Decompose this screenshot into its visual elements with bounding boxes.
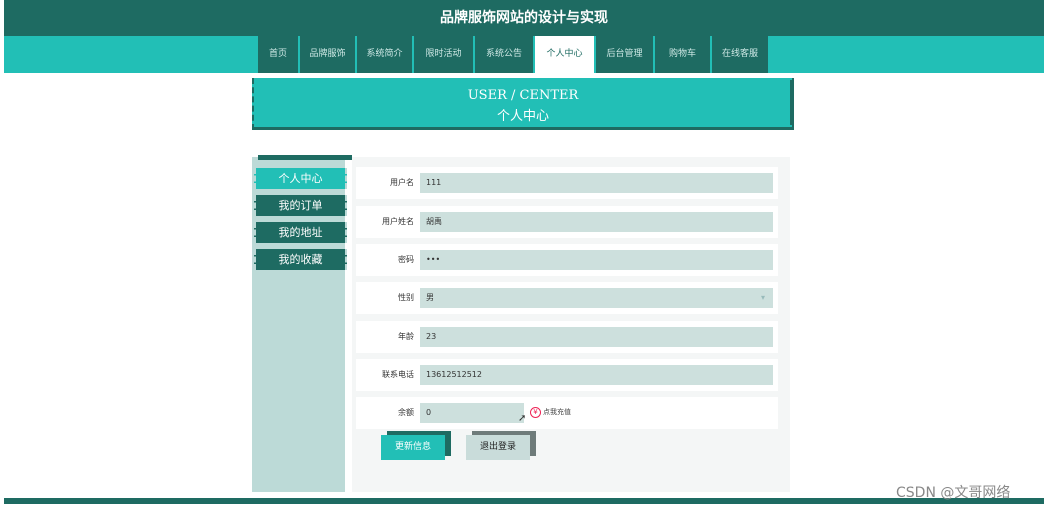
gender-select[interactable]: 男 ▾ [420,288,773,308]
banner-title-en: USER / CENTER [467,88,579,103]
sidebar-item-user-center[interactable]: 个人中心 [254,168,347,189]
logout-button[interactable]: 退出登录 [466,435,530,460]
form-row-realname: 用户姓名 胡禹 [356,206,778,238]
password-label: 密码 [398,255,414,264]
nav-item-announcements[interactable]: 系统公告 [475,36,533,73]
balance-field[interactable]: 0 [420,403,524,423]
update-info-button[interactable]: 更新信息 [381,435,445,460]
age-field[interactable]: 23 [420,327,773,347]
page-banner: USER / CENTER 个人中心 [252,78,794,130]
gender-label: 性别 [398,293,414,302]
recharge-label: 点我充值 [543,408,571,416]
form-row-password: 密码 ••• [356,244,778,276]
sidebar-top-bar [258,155,352,160]
nav-item-home[interactable]: 首页 [258,36,298,73]
site-title: 品牌服饰网站的设计与实现 [4,0,1044,36]
nav-item-brand-clothing[interactable]: 品牌服饰 [300,36,355,73]
phone-field[interactable]: 13612512512 [420,365,773,385]
footer-bar [4,498,1044,504]
sidebar-item-favorites[interactable]: 我的收藏 [254,249,347,270]
recharge-link[interactable]: ¥ 点我充值 [530,407,571,418]
realname-label: 用户姓名 [382,217,414,226]
balance-label: 余额 [398,408,414,417]
nav-item-customer-service[interactable]: 在线客服 [712,36,768,73]
sidebar-item-orders[interactable]: 我的订单 [254,195,347,216]
password-field[interactable]: ••• [420,250,773,270]
nav-item-intro[interactable]: 系统简介 [357,36,412,73]
form-row-phone: 联系电话 13612512512 [356,359,778,391]
banner-title-cn: 个人中心 [496,109,549,124]
form-row-age: 年龄 23 [356,321,778,353]
phone-label: 联系电话 [382,370,414,379]
chevron-down-icon: ▾ [760,293,765,302]
main-nav: 首页 品牌服饰 系统简介 限时活动 系统公告 个人中心 后台管理 购物车 在线客… [258,36,770,73]
form-row-username: 用户名 111 [356,167,778,199]
gender-value: 男 [426,293,434,302]
age-label: 年龄 [398,332,414,341]
nav-item-cart[interactable]: 购物车 [655,36,710,73]
username-field[interactable]: 111 [420,173,773,193]
realname-field[interactable]: 胡禹 [420,212,773,232]
watermark: CSDN @文哥网络 [896,485,1011,501]
sidebar-item-address[interactable]: 我的地址 [254,222,347,243]
banner-shadow [790,80,794,125]
nav-item-flash-sale[interactable]: 限时活动 [414,36,473,73]
form-row-gender: 性别 男 ▾ [356,282,778,314]
nav-item-admin[interactable]: 后台管理 [596,36,653,73]
nav-item-user-center[interactable]: 个人中心 [535,36,594,73]
mouse-cursor-icon: ➚ [518,413,527,424]
username-label: 用户名 [390,178,414,187]
recharge-icon: ¥ [530,407,541,418]
